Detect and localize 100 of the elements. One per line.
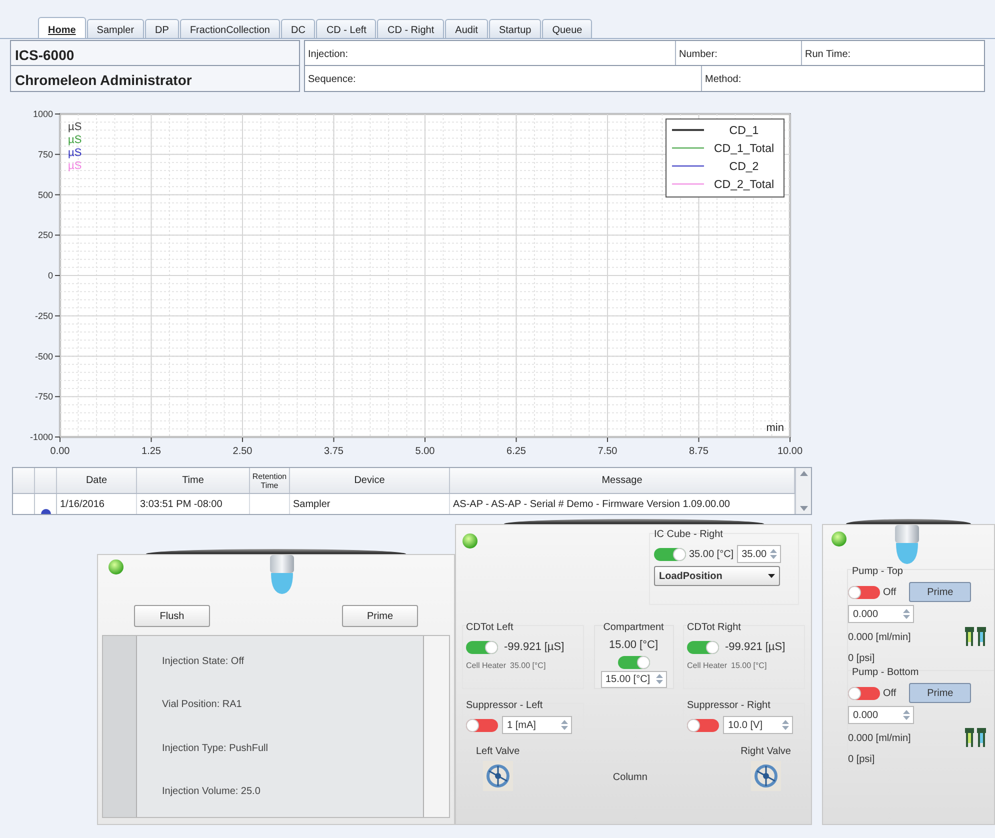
legend-label: CD_1_Total [714, 143, 774, 155]
heater-value: 15.00 [°C] [731, 660, 767, 672]
toggle-switch[interactable] [466, 640, 498, 654]
position-dropdown[interactable]: LoadPosition [654, 566, 780, 586]
y-tick-label: -1000 [30, 432, 53, 442]
x-tick-label: 6.25 [506, 446, 526, 457]
valve-label: Right Valve [740, 745, 791, 759]
spinner-arrows-icon[interactable] [768, 547, 778, 561]
toggle-switch[interactable] [618, 656, 650, 668]
prime-button[interactable]: Prime [909, 683, 972, 703]
lamp-icon [267, 555, 297, 595]
valve-label: Left Valve [476, 745, 520, 759]
valve-icon [750, 761, 781, 791]
flow-reading: 0.000 [ml/min] [848, 630, 911, 644]
group-title: Suppressor - Left [466, 699, 544, 713]
dropdown-arrow-icon[interactable] [768, 574, 775, 578]
column-header[interactable]: Time [137, 468, 250, 493]
group-title: CDTot Left [466, 621, 514, 635]
y-tick-label: 250 [38, 230, 53, 240]
heater-label: Cell Heater [466, 660, 506, 672]
table-cell-text: 3:03:51 PM -08:00 [140, 498, 222, 512]
tab[interactable]: Startup [488, 19, 542, 38]
field-label: Run Time: [805, 49, 851, 60]
status-text: Injection Volume: 25.0 [162, 784, 262, 799]
x-tick-label: 7.50 [598, 446, 618, 457]
spinner-arrows-icon[interactable] [902, 708, 911, 722]
x-tick-label: 5.00 [415, 446, 436, 457]
x-tick-label: 3.75 [324, 446, 344, 457]
valve-icon [482, 761, 513, 791]
scrollbar[interactable] [795, 468, 811, 514]
y-tick-label: -250 [34, 310, 53, 321]
pressure-reading: 0 [psi] [848, 652, 876, 666]
scroll-up-icon[interactable] [800, 470, 808, 476]
column-header[interactable]: Device [290, 468, 450, 493]
y-tick-label: 500 [38, 190, 53, 200]
pump-state: Off [883, 586, 896, 600]
heater-label: Cell Heater [687, 660, 728, 672]
tab[interactable]: Audit [445, 19, 488, 38]
reading-text: 35.00 [°C] [689, 548, 734, 562]
group-title: Pump - Bottom [852, 666, 920, 680]
toggle-switch[interactable] [687, 640, 719, 654]
reading-text: -99.921 [µS] [504, 640, 564, 655]
spin-field[interactable]: 1 [mA] [502, 716, 572, 734]
reading-text: 15.00 [°C] [608, 638, 658, 653]
group-title: Pump - Top [852, 565, 904, 579]
panel-button[interactable]: Flush [134, 605, 210, 627]
toggle-switch[interactable] [654, 548, 686, 560]
scrollbar[interactable] [423, 636, 449, 817]
toggle-switch[interactable] [848, 586, 880, 598]
status-text: Vial Position: RA1 [162, 698, 243, 712]
group-title: IC Cube - Right [654, 528, 724, 542]
spinner-arrows-icon[interactable] [902, 607, 911, 621]
tab[interactable]: DC [281, 19, 316, 38]
scroll-down-icon[interactable] [800, 506, 808, 512]
heater-value: 35.00 [°C] [510, 660, 546, 672]
pump-heads-icon [964, 727, 988, 749]
spin-field[interactable]: 10.0 [V] [723, 716, 793, 734]
flow-reading: 0.000 [ml/min] [848, 732, 911, 746]
tab[interactable]: Home [38, 17, 86, 38]
legend-label: CD_1 [729, 125, 759, 137]
lamp-icon [892, 525, 922, 565]
field-label: Sequence: [308, 74, 356, 85]
field-label: Method: [705, 74, 742, 85]
tab[interactable]: Sampler [86, 19, 144, 38]
pump-state: Off [883, 686, 896, 700]
toggle-switch[interactable] [687, 718, 719, 732]
tab[interactable]: CD - Right [377, 19, 444, 38]
spin-field[interactable]: 35.00 [736, 545, 781, 563]
pressure-reading: 0 [psi] [848, 753, 876, 767]
x-tick-label: 8.75 [689, 446, 709, 457]
tab[interactable]: FractionCollection [180, 19, 280, 38]
reading-text: -99.921 [µS] [725, 640, 786, 655]
spinner-arrows-icon[interactable] [560, 718, 569, 732]
table-cell-text: 1/16/2016 [60, 498, 104, 512]
toggle-switch[interactable] [466, 718, 498, 732]
legend-label: CD_2_Total [714, 179, 774, 191]
panel-button[interactable]: Prime [342, 605, 418, 627]
tab[interactable]: Queue [542, 19, 592, 38]
spinner-arrows-icon[interactable] [781, 718, 790, 732]
legend-label: CD_2 [729, 161, 759, 173]
y-tick-label: 1000 [32, 109, 53, 119]
status-text: Injection State: Off [162, 655, 246, 670]
spinner-arrows-icon[interactable] [654, 672, 664, 686]
spin-field[interactable]: 0.000 [848, 605, 914, 623]
spin-field[interactable]: 15.00 [°C] [600, 670, 666, 688]
prime-button[interactable]: Prime [909, 582, 972, 602]
pump-heads-icon [964, 626, 988, 648]
y-tick-label: 0 [48, 270, 53, 280]
column-header[interactable]: Date [57, 468, 137, 493]
group-title: Suppressor - Right [687, 699, 772, 713]
y-tick-label: 750 [38, 149, 53, 160]
tab[interactable]: CD - Left [316, 19, 376, 38]
y-tick-label: -750 [34, 392, 53, 402]
table-cell-text: Sampler [293, 498, 330, 512]
tab[interactable]: DP [145, 19, 179, 38]
column-header[interactable]: Retention Time [250, 468, 290, 493]
toggle-switch[interactable] [848, 686, 880, 700]
instrument-name: ICS-6000 [11, 41, 299, 66]
x-tick-label: 1.25 [142, 446, 162, 457]
spin-field[interactable]: 0.000 [848, 706, 914, 724]
